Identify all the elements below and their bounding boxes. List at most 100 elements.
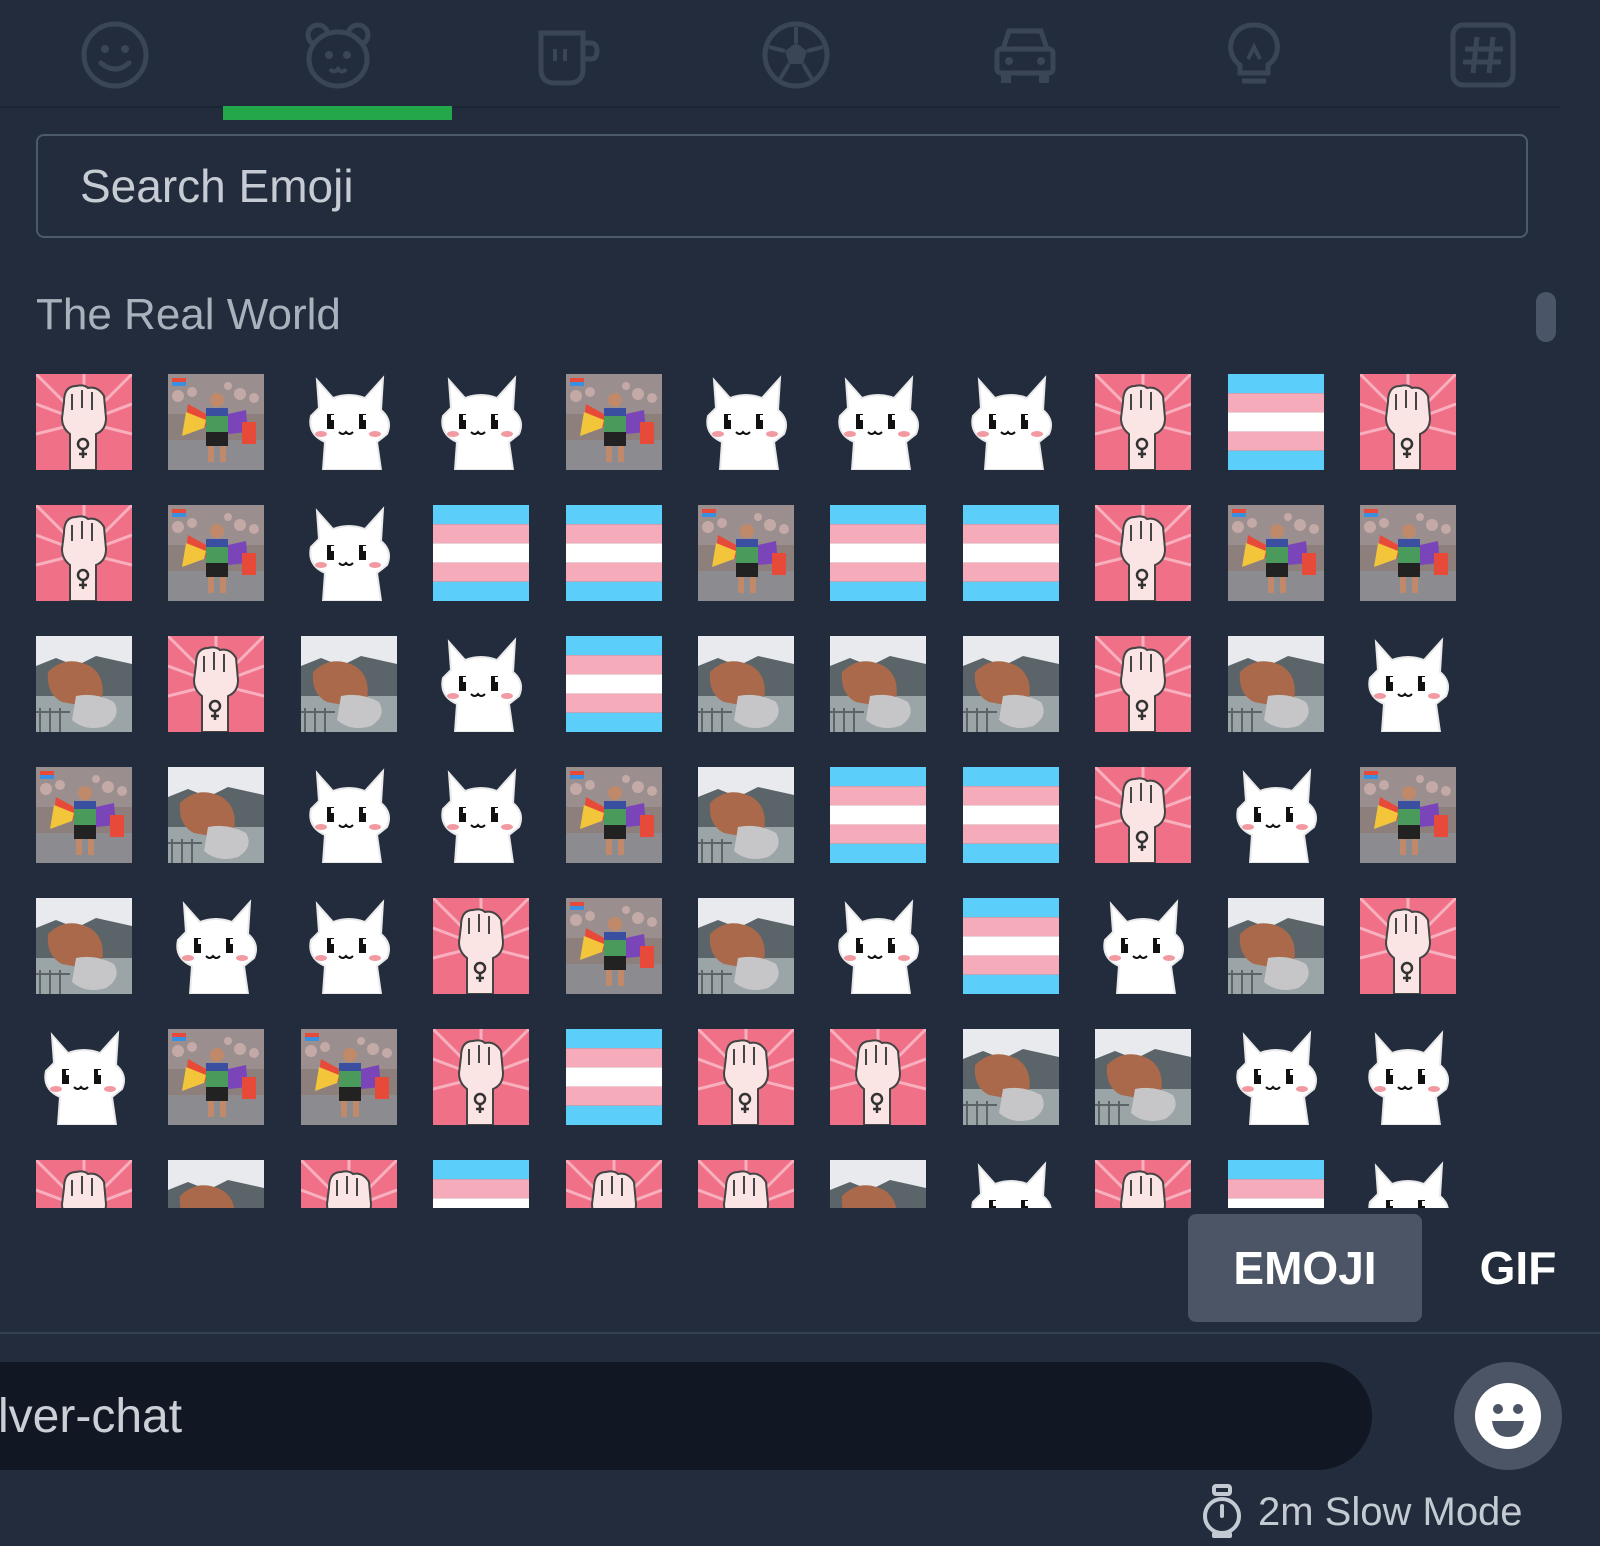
emoji-fist[interactable] [1095, 505, 1191, 601]
emoji-cat[interactable] [1360, 636, 1456, 732]
emoji-pride[interactable] [566, 374, 662, 470]
emoji-fist[interactable] [36, 374, 132, 470]
emoji-flag[interactable] [963, 767, 1059, 863]
scrollbar-thumb[interactable] [1536, 292, 1556, 342]
flag-icon [963, 767, 1059, 863]
emoji-cat[interactable] [433, 767, 529, 863]
emoji-cat[interactable] [1228, 767, 1324, 863]
emoji-muscle[interactable] [698, 767, 794, 863]
emoji-fist[interactable] [301, 1160, 397, 1208]
emoji-muscle[interactable] [301, 636, 397, 732]
emoji-pride[interactable] [36, 767, 132, 863]
emoji-pride[interactable] [698, 505, 794, 601]
emoji-flag[interactable] [566, 505, 662, 601]
emoji-pride[interactable] [301, 1029, 397, 1125]
emoji-muscle[interactable] [963, 636, 1059, 732]
emoji-muscle[interactable] [168, 767, 264, 863]
emoji-fist[interactable] [433, 898, 529, 994]
emoji-cat[interactable] [1095, 898, 1191, 994]
emoji-muscle[interactable] [963, 1029, 1059, 1125]
emoji-pride[interactable] [1228, 505, 1324, 601]
emoji-pride[interactable] [566, 767, 662, 863]
emoji-muscle[interactable] [698, 636, 794, 732]
gif-tab-button[interactable]: GIF [1438, 1214, 1598, 1322]
pride-icon [1360, 505, 1456, 601]
flag-icon [830, 767, 926, 863]
tab-symbols[interactable] [1368, 8, 1597, 102]
emoji-cat[interactable] [36, 1029, 132, 1125]
emoji-muscle[interactable] [830, 636, 926, 732]
emoji-flag[interactable] [1228, 1160, 1324, 1208]
fist-icon [36, 1160, 132, 1208]
emoji-fist[interactable] [566, 1160, 662, 1208]
message-input[interactable]: lver-chat [0, 1362, 1372, 1470]
pride-icon [168, 1029, 264, 1125]
pride-icon [1360, 767, 1456, 863]
emoji-cat[interactable] [168, 898, 264, 994]
cat-icon [176, 899, 257, 994]
tab-smileys[interactable] [0, 8, 229, 102]
emoji-fist[interactable] [1095, 767, 1191, 863]
emoji-cat[interactable] [963, 374, 1059, 470]
emoji-cat[interactable] [301, 505, 397, 601]
emoji-fist[interactable] [36, 505, 132, 601]
emoji-muscle[interactable] [1095, 1029, 1191, 1125]
tab-objects[interactable] [1139, 8, 1368, 102]
emoji-cat[interactable] [1228, 1029, 1324, 1125]
emoji-fist[interactable] [698, 1160, 794, 1208]
tab-activities[interactable] [681, 8, 910, 102]
emoji-fist[interactable] [433, 1029, 529, 1125]
emoji-flag[interactable] [830, 767, 926, 863]
emoji-fist[interactable] [1360, 374, 1456, 470]
tab-travel[interactable] [910, 8, 1139, 102]
emoji-cat[interactable] [301, 767, 397, 863]
emoji-fist[interactable] [830, 1029, 926, 1125]
emoji-row [36, 767, 1506, 863]
emoji-picker-button[interactable] [1454, 1362, 1562, 1470]
emoji-fist[interactable] [1095, 374, 1191, 470]
cat-icon [309, 899, 390, 994]
search-input[interactable] [38, 158, 1526, 214]
emoji-flag[interactable] [830, 505, 926, 601]
emoji-cat[interactable] [963, 1160, 1059, 1208]
emoji-muscle[interactable] [1228, 898, 1324, 994]
emoji-pride[interactable] [168, 505, 264, 601]
emoji-flag[interactable] [566, 1029, 662, 1125]
emoji-muscle[interactable] [698, 898, 794, 994]
emoji-flag[interactable] [566, 636, 662, 732]
emoji-muscle[interactable] [1228, 636, 1324, 732]
emoji-fist[interactable] [168, 636, 264, 732]
emoji-cat[interactable] [433, 374, 529, 470]
emoji-cat[interactable] [1360, 1160, 1456, 1208]
emoji-cat[interactable] [433, 636, 529, 732]
emoji-fist[interactable] [698, 1029, 794, 1125]
emoji-fist[interactable] [1095, 636, 1191, 732]
emoji-muscle[interactable] [830, 1160, 926, 1208]
emoji-muscle[interactable] [36, 898, 132, 994]
emoji-cat[interactable] [301, 898, 397, 994]
emoji-cat[interactable] [830, 374, 926, 470]
emoji-flag[interactable] [433, 1160, 529, 1208]
tab-animals[interactable] [223, 8, 452, 102]
emoji-muscle[interactable] [36, 636, 132, 732]
emoji-cat[interactable] [301, 374, 397, 470]
emoji-pride[interactable] [566, 898, 662, 994]
emoji-flag[interactable] [963, 505, 1059, 601]
emoji-pride[interactable] [1360, 505, 1456, 601]
emoji-cat[interactable] [698, 374, 794, 470]
emoji-pride[interactable] [168, 374, 264, 470]
emoji-fist[interactable] [1360, 898, 1456, 994]
emoji-pride[interactable] [1360, 767, 1456, 863]
emoji-cat[interactable] [830, 898, 926, 994]
emoji-flag[interactable] [963, 898, 1059, 994]
emoji-flag[interactable] [433, 505, 529, 601]
tab-food[interactable] [452, 8, 681, 102]
emoji-flag[interactable] [1228, 374, 1324, 470]
cat-icon [1236, 1030, 1317, 1125]
emoji-fist[interactable] [36, 1160, 132, 1208]
emoji-tab-button[interactable]: EMOJI [1188, 1214, 1422, 1322]
emoji-cat[interactable] [1360, 1029, 1456, 1125]
emoji-fist[interactable] [1095, 1160, 1191, 1208]
emoji-muscle[interactable] [168, 1160, 264, 1208]
emoji-pride[interactable] [168, 1029, 264, 1125]
